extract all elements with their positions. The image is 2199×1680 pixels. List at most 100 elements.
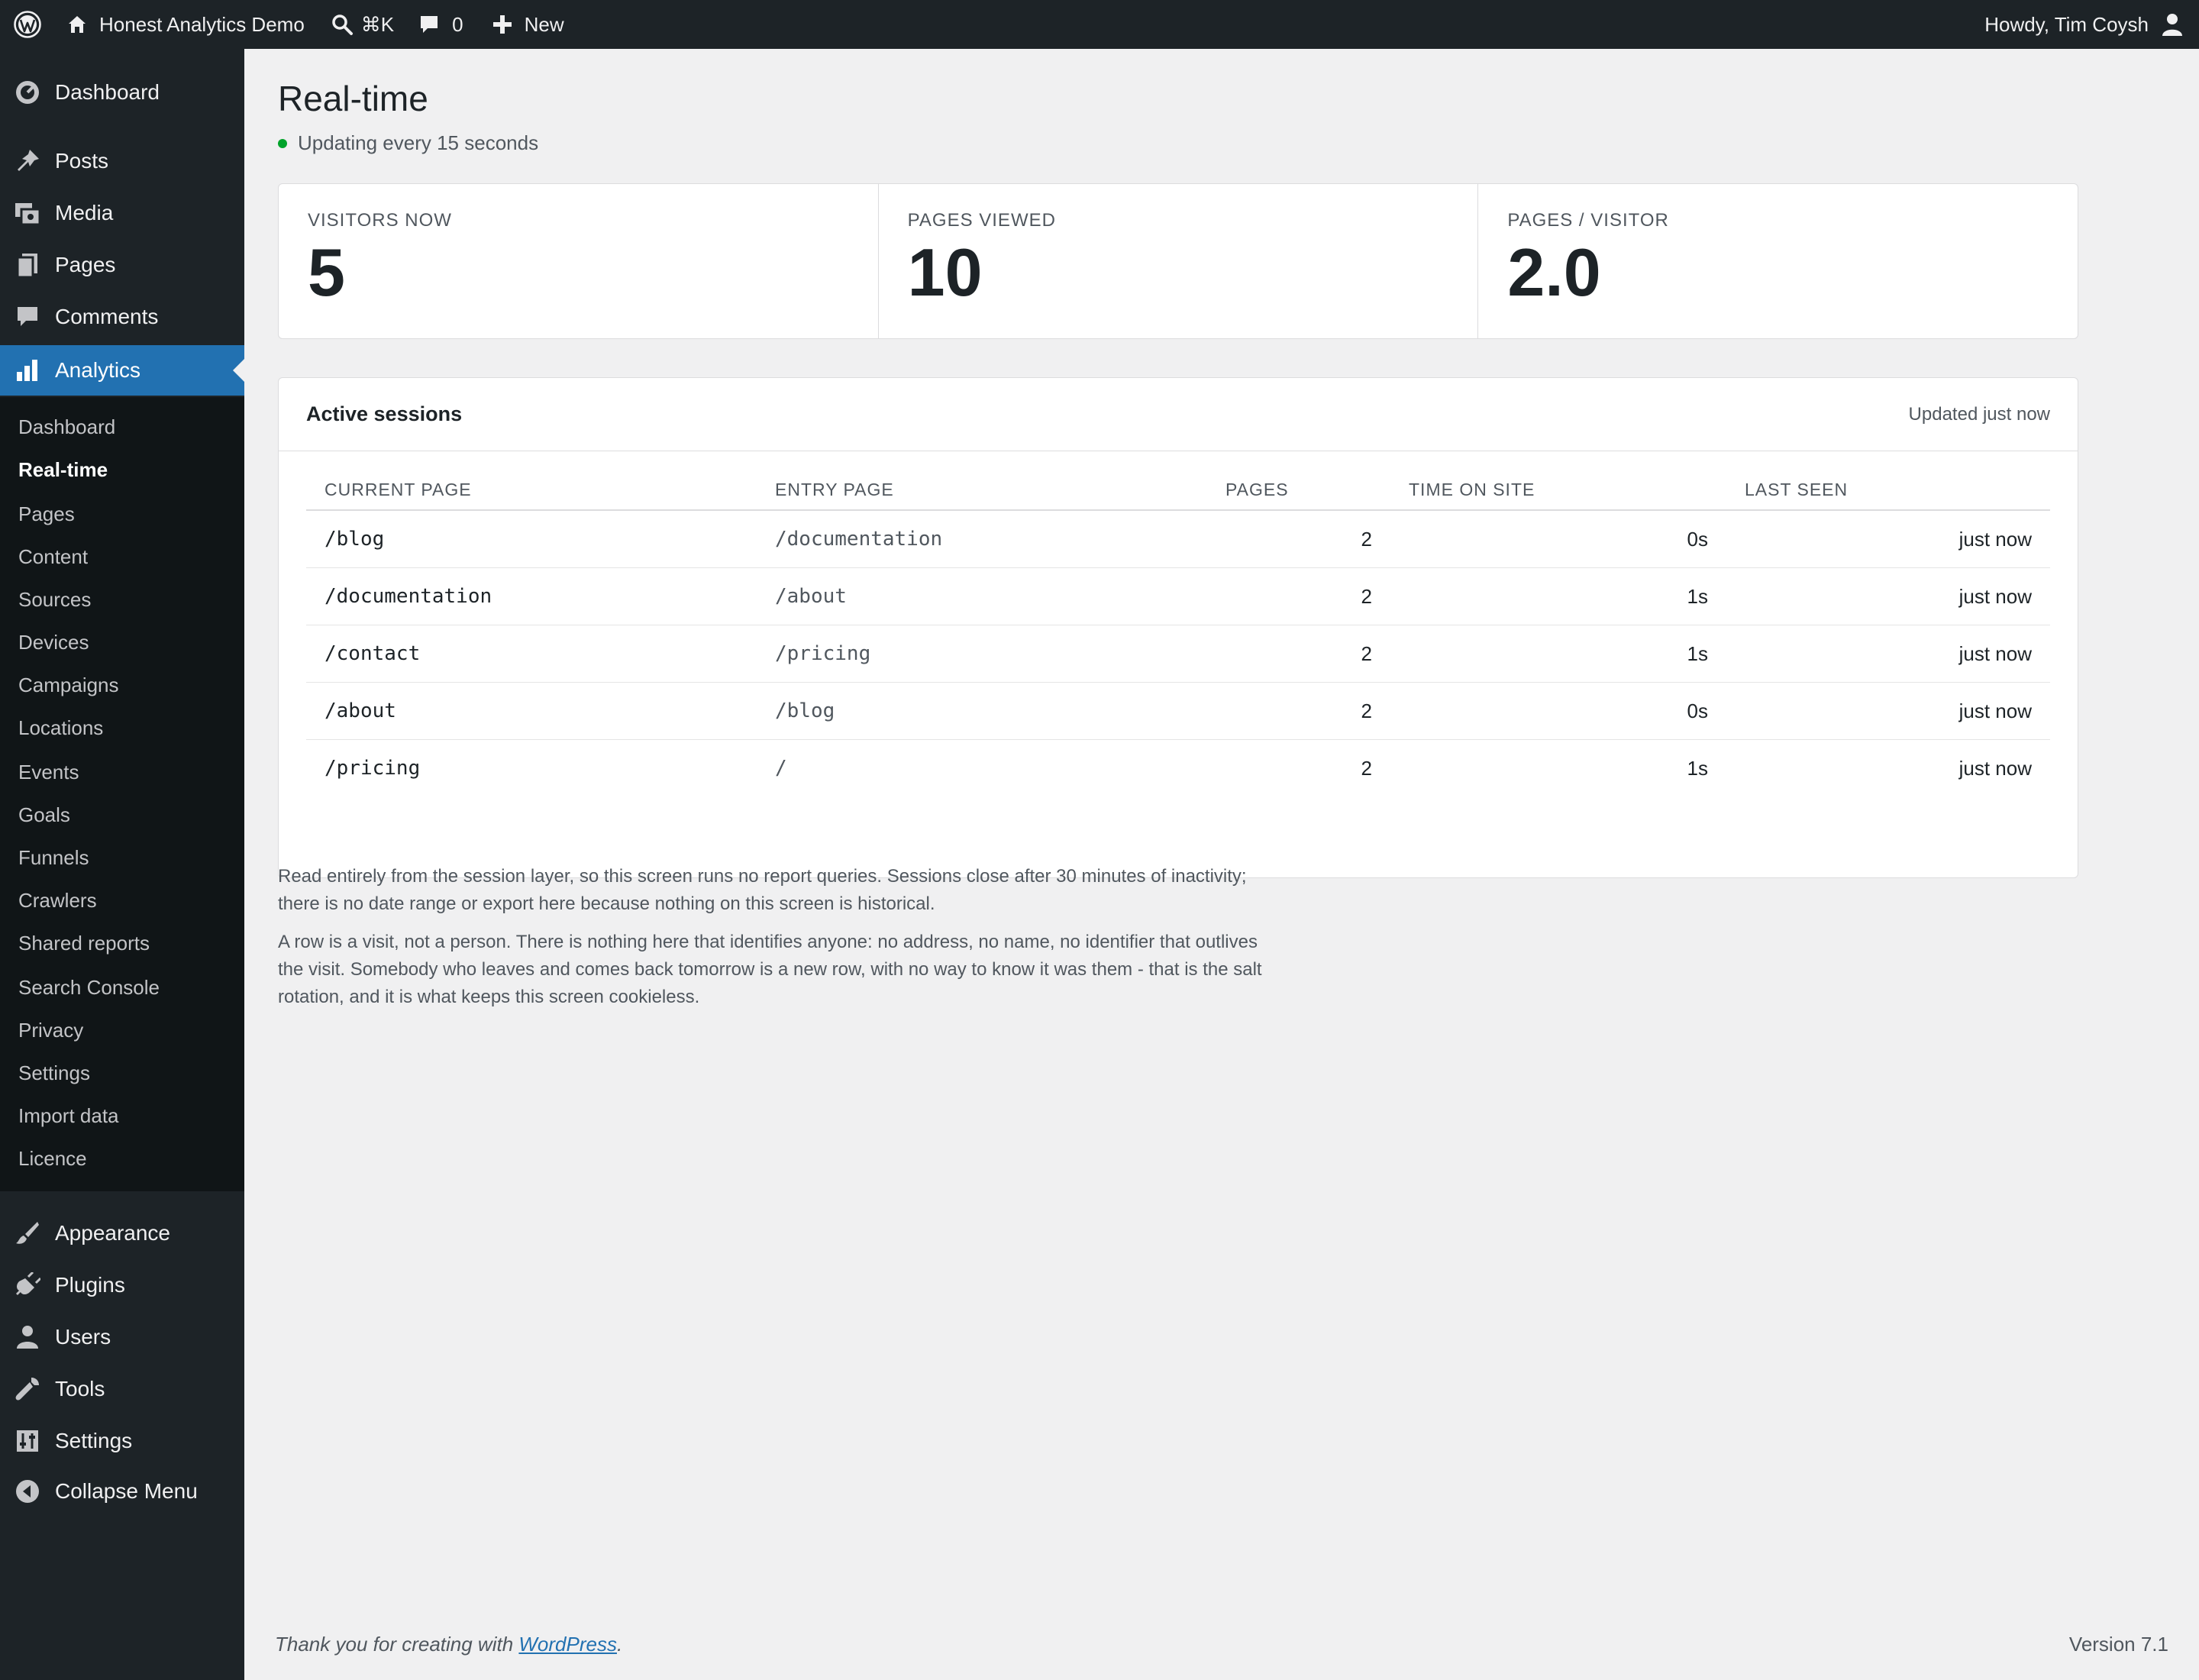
- submenu-pages[interactable]: Pages: [18, 502, 75, 526]
- menu-pages[interactable]: Pages: [0, 240, 244, 290]
- menu-users[interactable]: Users: [0, 1312, 244, 1362]
- pages-count: 2: [1207, 682, 1390, 740]
- column-current-page: CURRENT PAGE: [306, 470, 757, 511]
- chart-icon: [0, 358, 55, 383]
- menu-appearance[interactable]: Appearance: [0, 1208, 244, 1258]
- submenu-search-console[interactable]: Search Console: [18, 976, 160, 1000]
- menu-comments[interactable]: Comments: [0, 292, 244, 342]
- last-seen: just now: [1958, 756, 2032, 780]
- pages-count: 2: [1207, 625, 1390, 683]
- panel-title: Active sessions: [306, 402, 463, 425]
- stat-pages-per-visitor: PAGES / VISITOR 2.0: [1478, 184, 2078, 338]
- submenu-locations[interactable]: Locations: [18, 716, 103, 740]
- stats-panel: VISITORS NOW 5 PAGES VIEWED 10 PAGES / V…: [278, 183, 2078, 339]
- stat-value: 2.0: [1507, 234, 1601, 310]
- search-icon: [332, 15, 353, 35]
- pages-icon: [0, 252, 55, 278]
- admin-sidebar: Dashboard Posts Media Pages Comments Ana…: [0, 49, 244, 1680]
- collapse-menu-button[interactable]: Collapse Menu: [0, 1466, 244, 1517]
- pages-count: 2: [1361, 756, 1372, 780]
- footer-version: Version 7.1: [2068, 1633, 2168, 1656]
- comments-count: 0: [452, 12, 463, 36]
- table-row: /about /blog 2 0s just now: [306, 682, 2050, 740]
- menu-label: Posts: [55, 149, 109, 173]
- menu-analytics[interactable]: Analytics: [0, 345, 244, 396]
- comment-icon: [0, 305, 55, 329]
- submenu-import-data[interactable]: Import data: [18, 1104, 119, 1128]
- stat-value: 10: [907, 234, 983, 310]
- comments-link[interactable]: 0: [418, 0, 463, 49]
- plus-icon: [492, 15, 512, 34]
- pin-icon: [0, 148, 55, 174]
- menu-label: Tools: [55, 1377, 105, 1401]
- sessions-table: CURRENT PAGE ENTRY PAGE PAGES TIME ON SI…: [306, 470, 2050, 796]
- menu-posts[interactable]: Posts: [0, 136, 244, 186]
- comment-bubble-icon: [421, 16, 438, 33]
- menu-label: Analytics: [55, 358, 141, 382]
- menu-label: Media: [55, 201, 114, 225]
- submenu-goals[interactable]: Goals: [18, 803, 70, 827]
- media-icon: [0, 200, 55, 226]
- footer-thanks-text: Thank you for creating with: [275, 1633, 519, 1656]
- submenu-dashboard[interactable]: Dashboard: [18, 415, 115, 439]
- site-name-link[interactable]: Honest Analytics Demo: [66, 0, 305, 49]
- submenu-licence[interactable]: Licence: [18, 1147, 87, 1171]
- submenu-shared-reports[interactable]: Shared reports: [18, 932, 150, 955]
- menu-settings[interactable]: Settings: [0, 1416, 244, 1466]
- current-page: /blog: [306, 510, 757, 568]
- submenu-events[interactable]: Events: [18, 761, 79, 784]
- dashboard-icon: [0, 79, 55, 105]
- update-status-text: Updating every 15 seconds: [298, 131, 539, 154]
- menu-label: Collapse Menu: [55, 1479, 198, 1503]
- menu-media[interactable]: Media: [0, 188, 244, 238]
- account-menu[interactable]: Howdy, Tim Coysh: [1984, 0, 2184, 49]
- submenu-settings[interactable]: Settings: [18, 1061, 90, 1085]
- command-search-button[interactable]: ⌘K: [331, 0, 394, 49]
- submenu-funnels[interactable]: Funnels: [18, 846, 89, 870]
- stat-value: 5: [308, 234, 345, 310]
- submenu-privacy[interactable]: Privacy: [18, 1019, 83, 1042]
- menu-plugins[interactable]: Plugins: [0, 1260, 244, 1310]
- table-row: /documentation /about 2 1s just now: [306, 567, 2050, 625]
- column-pages: PAGES: [1207, 470, 1390, 511]
- footer-thanks: Thank you for creating with WordPress.: [275, 1633, 622, 1656]
- submenu-sources[interactable]: Sources: [18, 588, 91, 612]
- table-row: /pricing / 2 1s just now: [306, 740, 2050, 797]
- table-row: /blog /documentation 2 0s just now: [306, 510, 2050, 568]
- table-row: /contact /pricing 2 1s just now: [306, 625, 2050, 683]
- current-page: /documentation: [306, 567, 757, 625]
- update-status: Updating every 15 seconds: [278, 131, 538, 155]
- footer-period: .: [616, 1633, 623, 1656]
- entry-page: /about: [757, 567, 1207, 625]
- new-content-button[interactable]: New: [492, 0, 564, 49]
- submenu-devices[interactable]: Devices: [18, 631, 89, 654]
- entry-page: /: [775, 757, 787, 780]
- plugin-icon: [0, 1272, 55, 1298]
- entry-page: /pricing: [757, 625, 1207, 683]
- submenu-crawlers[interactable]: Crawlers: [18, 889, 97, 913]
- wordpress-link[interactable]: WordPress: [518, 1633, 617, 1656]
- panel-header: Active sessions Updated just now: [279, 378, 2078, 451]
- wordpress-logo-icon[interactable]: [3, 0, 52, 49]
- menu-label: Dashboard: [55, 80, 160, 104]
- menu-tools[interactable]: Tools: [0, 1364, 244, 1414]
- submenu-content[interactable]: Content: [18, 545, 88, 569]
- submenu-campaigns[interactable]: Campaigns: [18, 674, 119, 697]
- active-sessions-panel: Active sessions Updated just now CURRENT…: [278, 377, 2078, 878]
- home-icon: [69, 16, 86, 33]
- menu-label: Users: [55, 1325, 111, 1349]
- stat-label: VISITORS NOW: [308, 210, 452, 231]
- time-on-site: 0s: [1390, 510, 1726, 568]
- last-updated: Updated just now: [1908, 403, 2050, 425]
- menu-label: Settings: [55, 1429, 133, 1452]
- menu-dashboard[interactable]: Dashboard: [0, 67, 244, 118]
- submenu-real-time[interactable]: Real-time: [18, 458, 108, 482]
- stat-pages-viewed: PAGES VIEWED 10: [879, 184, 1479, 338]
- menu-label: Comments: [55, 305, 159, 328]
- collapse-icon: [0, 1479, 55, 1504]
- last-seen: just now: [1726, 682, 2050, 740]
- menu-label: Plugins: [55, 1273, 125, 1297]
- page-title: Real-time: [278, 79, 428, 118]
- live-status-dot: [278, 138, 287, 148]
- entry-page: /documentation: [757, 510, 1207, 568]
